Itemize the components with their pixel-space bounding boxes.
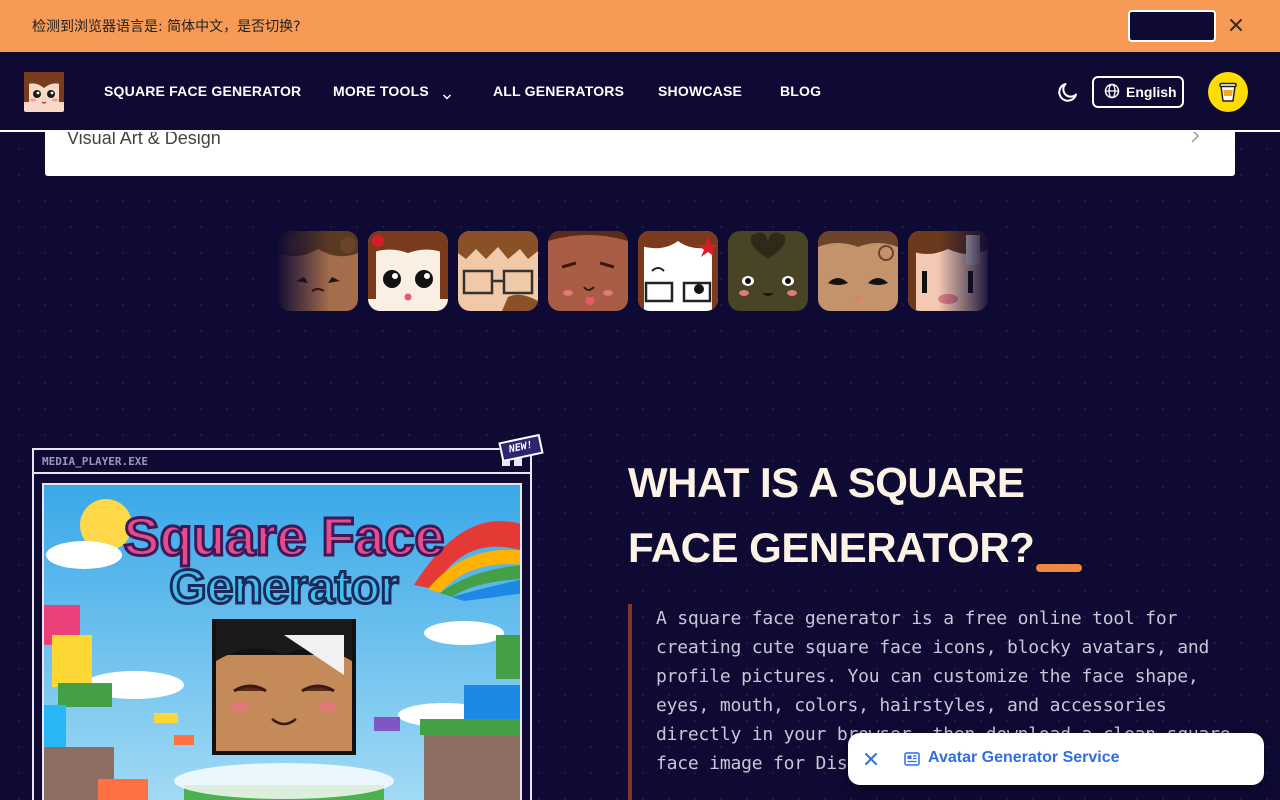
carousel-fade-right <box>938 225 998 317</box>
close-icon[interactable] <box>862 750 880 768</box>
globe-icon <box>1104 83 1120 102</box>
red-star-glasses-face[interactable] <box>638 231 718 311</box>
newspaper-icon <box>904 751 920 770</box>
faces-carousel <box>278 231 990 311</box>
avatar-service-chip[interactable]: Avatar Generator Service <box>848 733 1264 785</box>
top-navigation: SQUARE FACE GENERATOR MORE TOOLS ALL GEN… <box>0 52 1280 132</box>
language-banner: 检测到浏览器语言是: 简体中文，是否切换? <box>0 0 1280 52</box>
language-label: English <box>1126 84 1177 100</box>
art-title-line1: Square Face <box>123 507 444 567</box>
nav-all-generators[interactable]: ALL GENERATORS <box>493 83 624 99</box>
new-badge: NEW! <box>498 433 544 463</box>
glasses-face[interactable] <box>458 231 538 311</box>
switch-language-button[interactable] <box>1128 10 1216 42</box>
square-face-logo-icon[interactable] <box>24 72 64 112</box>
media-title-bar: MEDIA_PLAYER.EXE <box>34 450 530 474</box>
carousel-fade-left <box>270 225 330 317</box>
description-accent-border <box>628 604 632 800</box>
nav-square-face-generator[interactable]: SQUARE FACE GENERATOR <box>104 83 301 99</box>
chip-label: Avatar Generator Service <box>928 749 1120 766</box>
language-banner-message: 检测到浏览器语言是: 简体中文，是否切换? <box>32 19 301 35</box>
curly-tan-face[interactable] <box>818 231 898 311</box>
tongue-face[interactable] <box>548 231 628 311</box>
section-heading: WHAT IS A SQUARE FACE GENERATOR? <box>628 450 1088 580</box>
art-title-line2: Generator <box>169 561 398 614</box>
heading-line-1: WHAT IS A SQUARE <box>628 459 1025 506</box>
moon-icon[interactable] <box>1056 80 1080 104</box>
nav-more-tools[interactable]: MORE TOOLS <box>333 83 429 99</box>
chevron-down-icon[interactable] <box>442 86 452 105</box>
media-video-thumbnail[interactable]: Square Face Generator <box>42 483 522 800</box>
coffee-cup-icon[interactable] <box>1208 72 1248 112</box>
language-selector[interactable]: English <box>1092 76 1184 108</box>
nav-showcase[interactable]: SHOWCASE <box>658 83 742 99</box>
nav-blog[interactable]: BLOG <box>780 83 821 99</box>
text-cursor-bar <box>1036 564 1082 572</box>
heart-hair-face[interactable] <box>728 231 808 311</box>
heading-line-2: FACE GENERATOR? <box>628 524 1035 571</box>
close-icon[interactable] <box>1226 15 1246 35</box>
media-window-title: MEDIA_PLAYER.EXE <box>42 455 148 468</box>
red-bow-face[interactable] <box>368 231 448 311</box>
